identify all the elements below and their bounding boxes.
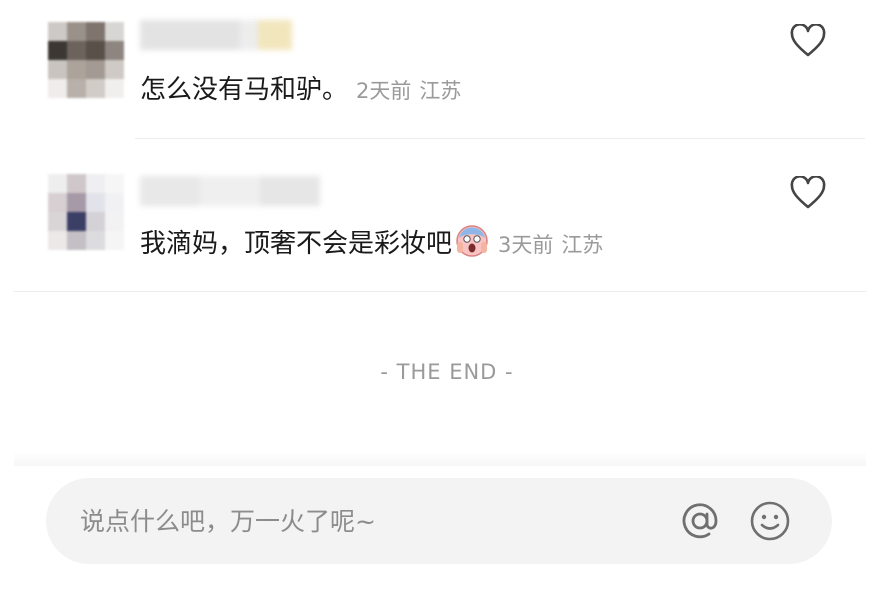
avatar-pixel [48,22,67,41]
username-blurred[interactable] [140,20,305,50]
avatar-pixel [86,174,105,193]
avatar-pixel [67,41,86,60]
comment-input-bar [46,478,832,564]
avatar-pixel [67,193,86,212]
comment-text-line: 我滴妈，顶奢不会是彩妆吧 3天前 江苏 [140,222,603,263]
avatar-pixel [48,212,67,231]
avatar-pixel [105,193,124,212]
comment-location: 江苏 [419,79,462,103]
end-marker: - THE END - [380,360,514,384]
avatar-pixel [86,79,105,98]
avatar-pixel [105,41,124,60]
avatar-pixel [67,22,86,41]
avatar-pixel [48,174,67,193]
avatar-pixel [67,174,86,193]
avatar-pixel [105,174,124,193]
avatar-pixel [86,212,105,231]
avatar[interactable] [48,174,124,250]
divider [135,138,865,139]
avatar-pixel [48,41,67,60]
avatar-pixel [86,60,105,79]
smiley-icon[interactable] [748,499,792,543]
avatar-pixel [48,60,67,79]
avatar-pixel [105,231,124,250]
avatar[interactable] [48,22,124,98]
avatar-pixel [48,231,67,250]
comment-location: 江苏 [561,233,604,257]
avatar-pixel [105,212,124,231]
avatar-pixel [86,193,105,212]
avatar-pixel [86,41,105,60]
face-screaming-in-fear-icon [456,225,488,257]
heart-outline-icon[interactable] [790,176,826,210]
input-bar-shadow [14,452,866,466]
avatar-pixel [48,79,67,98]
avatar-pixel [86,22,105,41]
at-icon[interactable] [678,499,722,543]
comment-text-line: 怎么没有马和驴。 2天前 江苏 [140,72,461,109]
avatar-pixel [105,79,124,98]
comment-time: 2天前 [356,79,412,103]
comment-input[interactable] [80,478,660,564]
avatar-pixel [67,212,86,231]
avatar-pixel [105,60,124,79]
comment-time: 3天前 [498,233,554,257]
username-blurred[interactable] [140,176,320,206]
comment-item: 我滴妈，顶奢不会是彩妆吧 3天前 江苏 [0,140,894,290]
comment-text: 我滴妈，顶奢不会是彩妆吧 [140,229,453,259]
avatar-pixel [86,231,105,250]
avatar-pixel [67,60,86,79]
heart-outline-icon[interactable] [790,24,826,58]
comment-text: 怎么没有马和驴。 [140,75,349,105]
avatar-pixel [67,79,86,98]
avatar-pixel [105,22,124,41]
comment-item: 怎么没有马和驴。 2天前 江苏 [0,0,894,138]
divider [14,291,866,292]
avatar-pixel [48,193,67,212]
avatar-pixel [67,231,86,250]
